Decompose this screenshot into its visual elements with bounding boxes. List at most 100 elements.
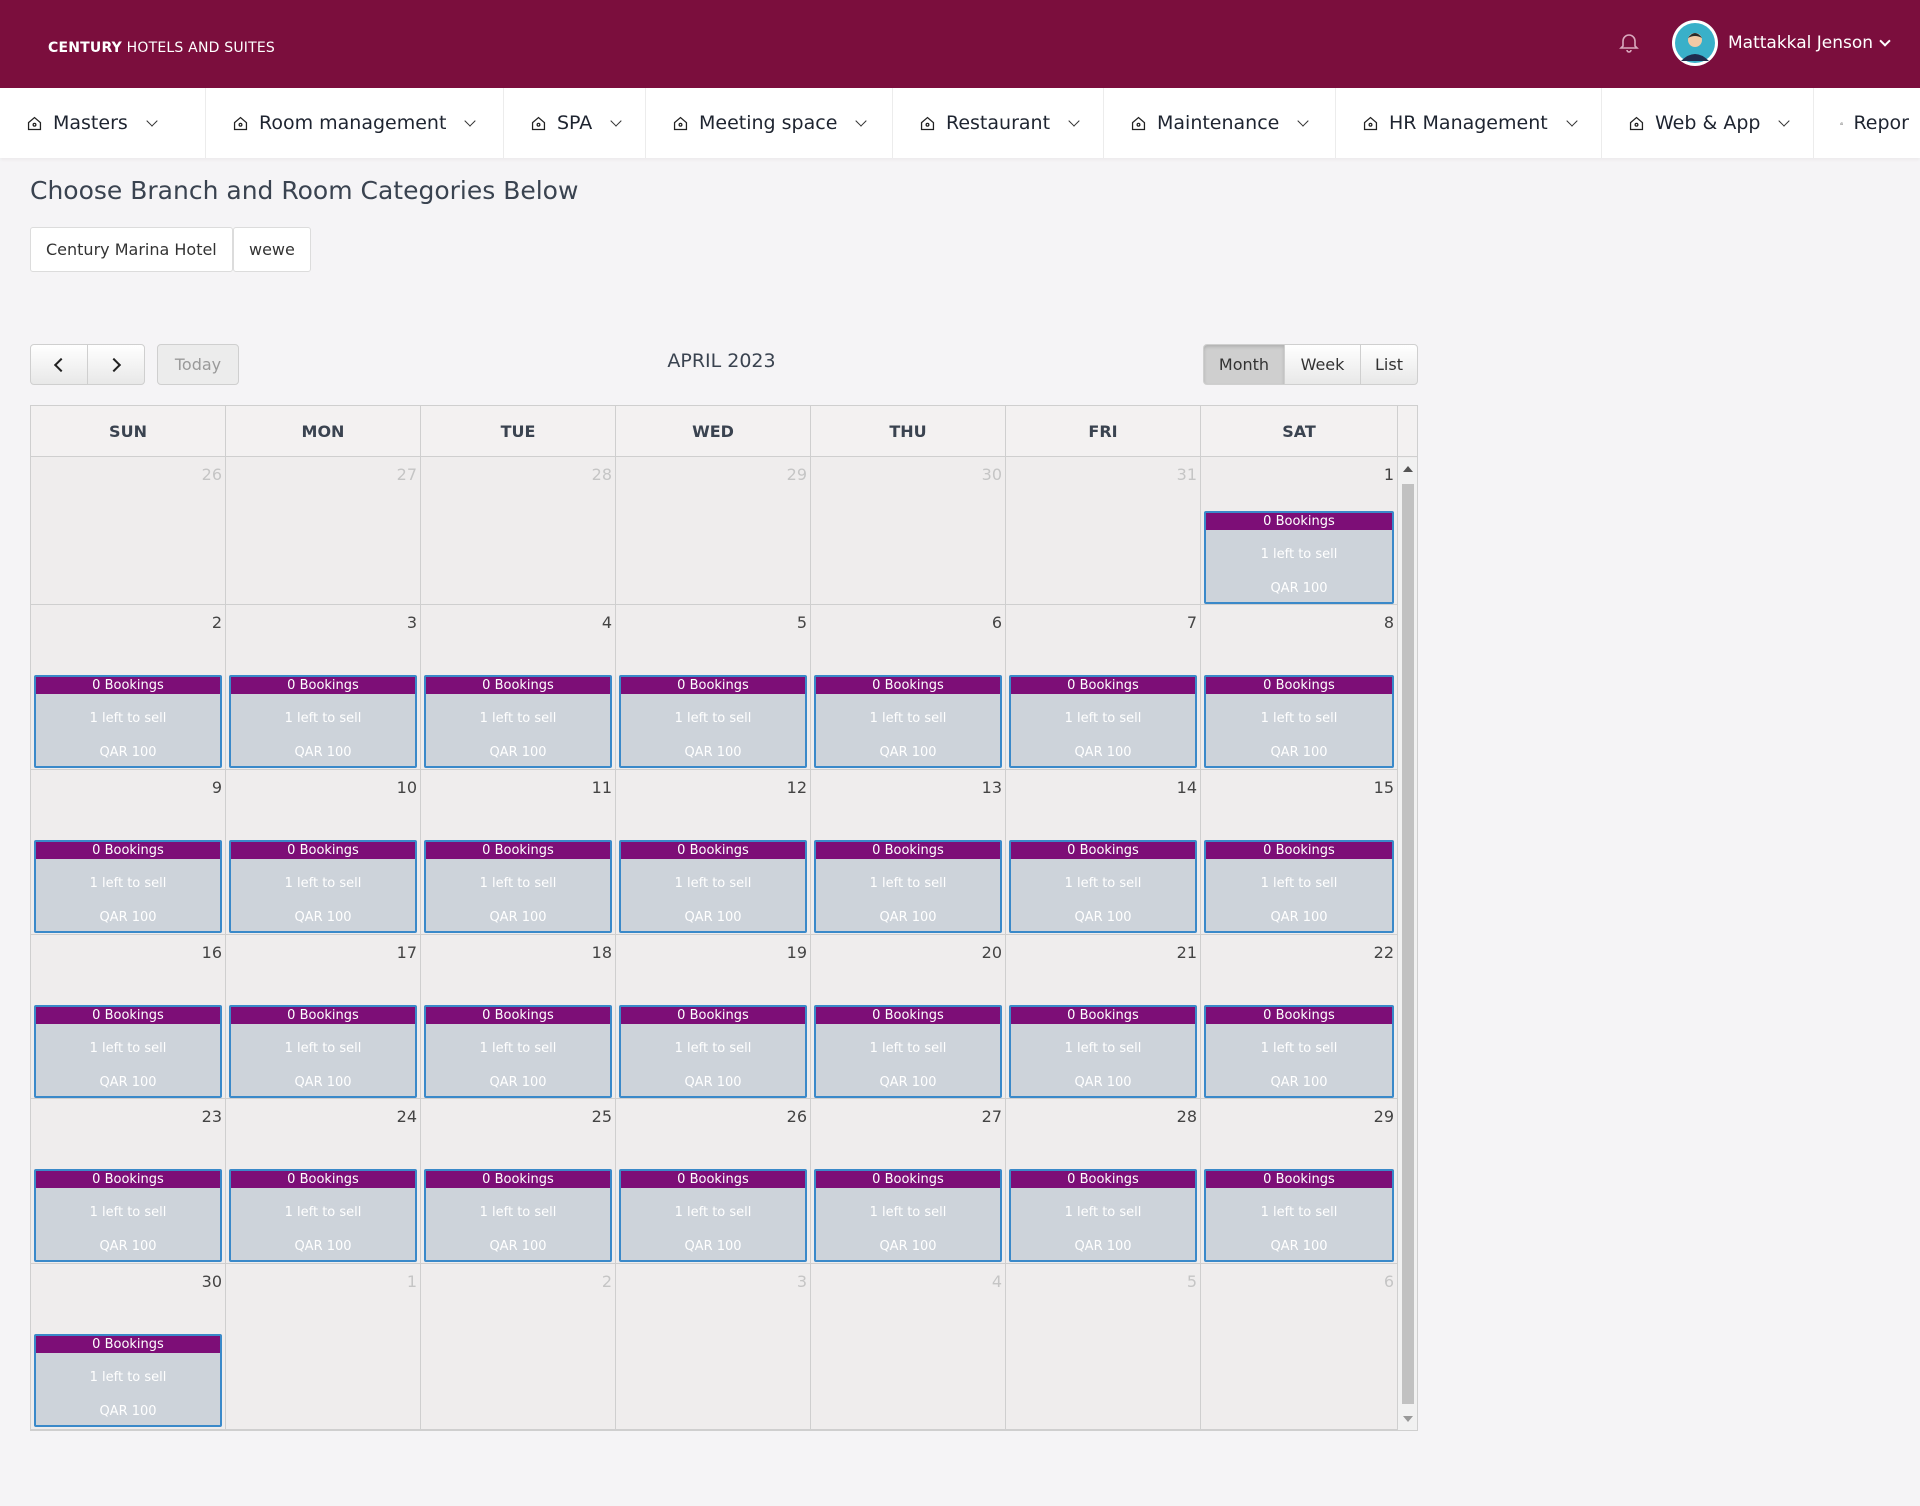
day-cell[interactable]: 1 xyxy=(226,1264,421,1430)
nav-item-repor[interactable]: Repor xyxy=(1814,88,1920,158)
availability-event[interactable]: 0 Bookings 1 left to sell QAR 100 xyxy=(229,1169,417,1262)
day-number[interactable]: 1 xyxy=(407,1272,417,1291)
day-cell[interactable]: 12 0 Bookings 1 left to sell QAR 100 xyxy=(616,770,811,935)
nav-item-restaurant[interactable]: Restaurant xyxy=(893,88,1104,158)
day-number[interactable]: 26 xyxy=(202,465,222,484)
day-number[interactable]: 16 xyxy=(202,943,222,962)
day-number[interactable]: 8 xyxy=(1384,613,1394,632)
day-number[interactable]: 30 xyxy=(202,1272,222,1291)
nav-item-hr-management[interactable]: HR Management xyxy=(1336,88,1602,158)
day-number[interactable]: 17 xyxy=(397,943,417,962)
day-number[interactable]: 5 xyxy=(1187,1272,1197,1291)
day-number[interactable]: 2 xyxy=(212,613,222,632)
availability-event[interactable]: 0 Bookings 1 left to sell QAR 100 xyxy=(1009,840,1197,933)
day-number[interactable]: 11 xyxy=(592,778,612,797)
day-number[interactable]: 18 xyxy=(592,943,612,962)
day-cell[interactable]: 23 0 Bookings 1 left to sell QAR 100 xyxy=(31,1099,226,1264)
today-button[interactable]: Today xyxy=(157,344,239,385)
availability-event[interactable]: 0 Bookings 1 left to sell QAR 100 xyxy=(34,1169,222,1262)
user-menu[interactable]: Mattakkal Jenson xyxy=(1672,20,1891,66)
day-number[interactable]: 28 xyxy=(1177,1107,1197,1126)
day-number[interactable]: 6 xyxy=(992,613,1002,632)
view-week-button[interactable]: Week xyxy=(1284,344,1361,385)
day-cell[interactable]: 30 xyxy=(811,457,1006,605)
availability-event[interactable]: 0 Bookings 1 left to sell QAR 100 xyxy=(424,1005,612,1098)
room-category-filter[interactable]: wewe xyxy=(233,227,311,272)
branch-filter[interactable]: Century Marina Hotel xyxy=(30,227,233,272)
chevron-down-icon[interactable] xyxy=(855,114,868,127)
chevron-down-icon[interactable] xyxy=(1778,114,1791,127)
day-cell[interactable]: 11 0 Bookings 1 left to sell QAR 100 xyxy=(421,770,616,935)
availability-event[interactable]: 0 Bookings 1 left to sell QAR 100 xyxy=(619,1169,807,1262)
availability-event[interactable]: 0 Bookings 1 left to sell QAR 100 xyxy=(619,1005,807,1098)
availability-event[interactable]: 0 Bookings 1 left to sell QAR 100 xyxy=(424,675,612,768)
bell-icon[interactable] xyxy=(1617,30,1641,54)
day-cell[interactable]: 2 0 Bookings 1 left to sell QAR 100 xyxy=(31,605,226,770)
user-name[interactable]: Mattakkal Jenson xyxy=(1728,33,1873,53)
day-number[interactable]: 26 xyxy=(787,1107,807,1126)
day-number[interactable]: 4 xyxy=(602,613,612,632)
calendar-scrollbar[interactable] xyxy=(1398,458,1417,1430)
nav-item-meeting-space[interactable]: Meeting space xyxy=(646,88,893,158)
scroll-up-icon[interactable] xyxy=(1403,466,1413,472)
day-cell[interactable]: 31 xyxy=(1006,457,1201,605)
availability-event[interactable]: 0 Bookings 1 left to sell QAR 100 xyxy=(1204,511,1394,604)
day-cell[interactable]: 17 0 Bookings 1 left to sell QAR 100 xyxy=(226,935,421,1099)
day-cell[interactable]: 2 xyxy=(421,1264,616,1430)
day-cell[interactable]: 4 0 Bookings 1 left to sell QAR 100 xyxy=(421,605,616,770)
day-number[interactable]: 27 xyxy=(982,1107,1002,1126)
availability-event[interactable]: 0 Bookings 1 left to sell QAR 100 xyxy=(1009,1005,1197,1098)
day-cell[interactable]: 5 xyxy=(1006,1264,1201,1430)
availability-event[interactable]: 0 Bookings 1 left to sell QAR 100 xyxy=(814,840,1002,933)
day-number[interactable]: 25 xyxy=(592,1107,612,1126)
day-number[interactable]: 27 xyxy=(397,465,417,484)
day-number[interactable]: 5 xyxy=(797,613,807,632)
brand-logo[interactable]: CENTURY HOTELS AND SUITES xyxy=(48,40,275,56)
day-number[interactable]: 29 xyxy=(787,465,807,484)
scrollbar-thumb[interactable] xyxy=(1402,484,1414,1404)
availability-event[interactable]: 0 Bookings 1 left to sell QAR 100 xyxy=(229,840,417,933)
chevron-down-icon[interactable] xyxy=(610,114,622,127)
day-cell[interactable]: 3 xyxy=(616,1264,811,1430)
availability-event[interactable]: 0 Bookings 1 left to sell QAR 100 xyxy=(1204,1005,1394,1098)
availability-event[interactable]: 0 Bookings 1 left to sell QAR 100 xyxy=(424,840,612,933)
day-number[interactable]: 28 xyxy=(592,465,612,484)
scroll-down-icon[interactable] xyxy=(1403,1416,1413,1422)
availability-event[interactable]: 0 Bookings 1 left to sell QAR 100 xyxy=(34,840,222,933)
day-number[interactable]: 3 xyxy=(407,613,417,632)
day-cell[interactable]: 28 0 Bookings 1 left to sell QAR 100 xyxy=(1006,1099,1201,1264)
day-number[interactable]: 23 xyxy=(202,1107,222,1126)
availability-event[interactable]: 0 Bookings 1 left to sell QAR 100 xyxy=(619,840,807,933)
day-cell[interactable]: 9 0 Bookings 1 left to sell QAR 100 xyxy=(31,770,226,935)
availability-event[interactable]: 0 Bookings 1 left to sell QAR 100 xyxy=(1009,1169,1197,1262)
day-cell[interactable]: 6 xyxy=(1201,1264,1398,1430)
day-number[interactable]: 3 xyxy=(797,1272,807,1291)
chevron-down-icon[interactable] xyxy=(1297,114,1310,127)
day-number[interactable]: 6 xyxy=(1384,1272,1394,1291)
day-cell[interactable]: 29 xyxy=(616,457,811,605)
day-cell[interactable]: 7 0 Bookings 1 left to sell QAR 100 xyxy=(1006,605,1201,770)
day-number[interactable]: 30 xyxy=(982,465,1002,484)
day-cell[interactable]: 28 xyxy=(421,457,616,605)
day-cell[interactable]: 24 0 Bookings 1 left to sell QAR 100 xyxy=(226,1099,421,1264)
day-number[interactable]: 21 xyxy=(1177,943,1197,962)
day-cell[interactable]: 20 0 Bookings 1 left to sell QAR 100 xyxy=(811,935,1006,1099)
day-cell[interactable]: 18 0 Bookings 1 left to sell QAR 100 xyxy=(421,935,616,1099)
day-number[interactable]: 22 xyxy=(1374,943,1394,962)
availability-event[interactable]: 0 Bookings 1 left to sell QAR 100 xyxy=(1204,1169,1394,1262)
day-cell[interactable]: 26 xyxy=(31,457,226,605)
day-number[interactable]: 4 xyxy=(992,1272,1002,1291)
prev-button[interactable] xyxy=(30,344,88,385)
day-number[interactable]: 31 xyxy=(1177,465,1197,484)
day-number[interactable]: 9 xyxy=(212,778,222,797)
day-cell[interactable]: 21 0 Bookings 1 left to sell QAR 100 xyxy=(1006,935,1201,1099)
day-cell[interactable]: 30 0 Bookings 1 left to sell QAR 100 xyxy=(31,1264,226,1430)
nav-item-spa[interactable]: SPA xyxy=(504,88,646,158)
day-cell[interactable]: 29 0 Bookings 1 left to sell QAR 100 xyxy=(1201,1099,1398,1264)
availability-event[interactable]: 0 Bookings 1 left to sell QAR 100 xyxy=(229,675,417,768)
day-number[interactable]: 29 xyxy=(1374,1107,1394,1126)
day-number[interactable]: 7 xyxy=(1187,613,1197,632)
availability-event[interactable]: 0 Bookings 1 left to sell QAR 100 xyxy=(619,675,807,768)
day-cell[interactable]: 27 0 Bookings 1 left to sell QAR 100 xyxy=(811,1099,1006,1264)
availability-event[interactable]: 0 Bookings 1 left to sell QAR 100 xyxy=(814,1169,1002,1262)
